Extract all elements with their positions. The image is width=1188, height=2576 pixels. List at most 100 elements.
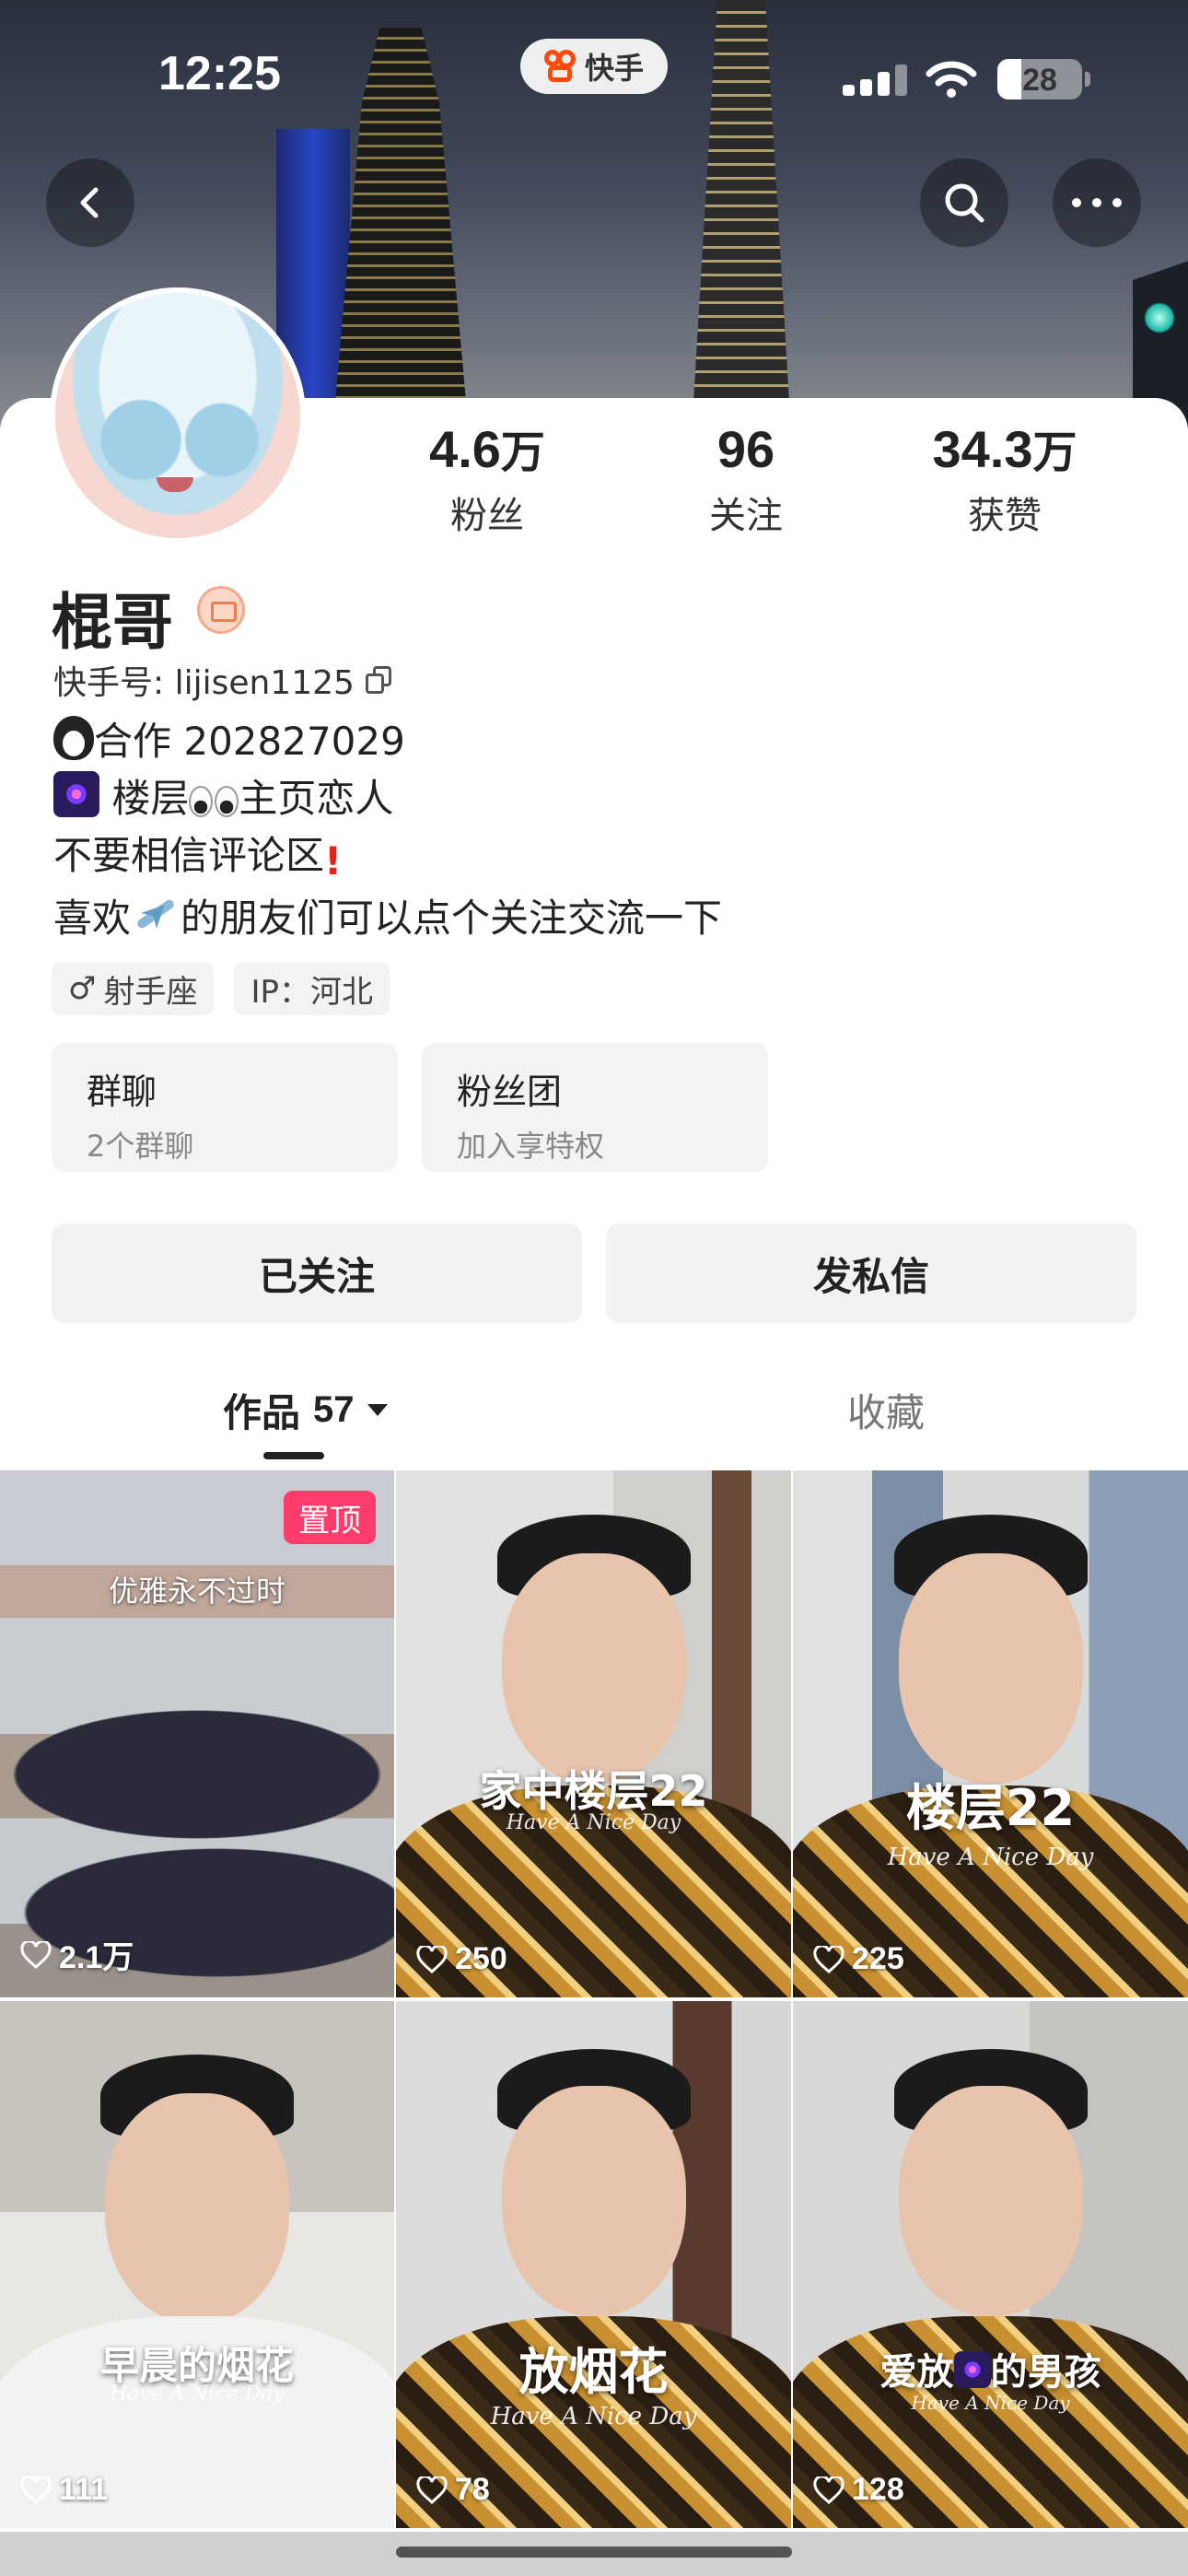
back-button[interactable]: [46, 158, 134, 247]
airplane-icon: [131, 891, 181, 937]
kuaishou-id-row[interactable]: 快手号: lijisen1125: [53, 656, 391, 704]
like-count: 2.1万: [20, 1932, 134, 1977]
bio-line: 不要相信评论区!: [53, 827, 722, 890]
fireworks-icon: [953, 2351, 991, 2388]
bio-line: 合作 202827029: [53, 713, 722, 770]
kuaishou-logo-icon: [543, 50, 577, 83]
tag-ip-location: IP：河北: [234, 962, 390, 1015]
video-subtitle: Have A Nice Day: [911, 2392, 1070, 2414]
card-title: 群聊: [87, 1071, 157, 1112]
fan-club-card[interactable]: 粉丝团 加入享特权: [422, 1043, 768, 1172]
eyes-icon: [189, 786, 239, 817]
send-message-button[interactable]: 发私信: [606, 1224, 1136, 1323]
home-indicator[interactable]: [396, 2547, 792, 2558]
banner-building: [691, 0, 792, 442]
stat-value: 96: [716, 420, 775, 478]
tab-label: 作品: [223, 1390, 301, 1435]
video-thumbnail[interactable]: 置顶 优雅永不过时 2.1万: [0, 1470, 394, 1997]
stat-unit: 万: [500, 427, 545, 478]
works-count: 57: [313, 1389, 355, 1430]
like-count: 111: [20, 2472, 108, 2508]
stat-value: 34.3: [932, 420, 1033, 478]
bio-line: 喜欢 的朋友们可以点个关注交流一下: [53, 890, 722, 947]
video-subtitle: Have A Nice Day: [110, 2383, 285, 2406]
heart-icon: [813, 2476, 844, 2504]
card-title: 粉丝团: [457, 1071, 563, 1112]
heart-icon: [20, 1940, 52, 1969]
search-button[interactable]: [920, 158, 1008, 247]
profile-tags: ♂ 射手座 IP：河北: [52, 962, 390, 1015]
video-thumbnail[interactable]: 放烟花 Have A Nice Day 78: [396, 2001, 791, 2528]
banner-building: [332, 28, 470, 442]
search-icon: [945, 183, 984, 223]
like-value: 2.1万: [59, 1940, 134, 1975]
stat-likes[interactable]: 34.3万 获赞: [903, 420, 1106, 539]
profile-bio: 合作 202827029 楼层 主页恋人 不要相信评论区! 喜欢 的朋友们可以点个关…: [53, 713, 722, 947]
video-thumbnail[interactable]: 爱放 的男孩 Have A Nice Day 128: [793, 2001, 1188, 2528]
video-thumbnail[interactable]: 早晨的烟花 Have A Nice Day 111: [0, 2001, 394, 2528]
video-caption: 家中楼层22: [479, 1766, 708, 1816]
like-value: 225: [852, 1941, 904, 1976]
stat-label: 获赞: [968, 495, 1042, 537]
bio-text: 主页恋人: [239, 776, 394, 821]
person-face: [105, 2093, 289, 2324]
creator-badge-icon[interactable]: [197, 586, 245, 634]
male-icon: ♂: [68, 970, 97, 1007]
like-value: 128: [852, 2472, 904, 2507]
heart-icon: [813, 1945, 844, 1973]
avatar[interactable]: [50, 287, 306, 544]
video-thumbnail[interactable]: 家中楼层22 Have A Nice Day 250: [396, 1470, 791, 1997]
heart-icon: [416, 1945, 448, 1973]
tag-text: 射手座: [103, 973, 198, 1011]
wifi-icon: [926, 61, 977, 98]
person-face: [898, 2086, 1083, 2316]
app-indicator-pill[interactable]: 快手: [520, 39, 668, 94]
more-button[interactable]: [1053, 158, 1141, 247]
like-count: 128: [813, 2472, 904, 2508]
stat-following[interactable]: 96 关注: [645, 420, 847, 539]
bio-text: 楼层: [111, 776, 190, 821]
like-value: 111: [59, 2472, 108, 2507]
stat-unit: 万: [1032, 427, 1077, 478]
video-caption: 放烟花: [518, 2343, 669, 2401]
bio-text: 的朋友们可以点个关注交流一下: [181, 896, 723, 941]
like-value: 250: [455, 1941, 507, 1976]
copy-icon[interactable]: [365, 666, 391, 694]
fireworks-icon: [53, 771, 99, 817]
video-subtitle: Have A Nice Day: [887, 1844, 1094, 1871]
caption-part: 爱放: [879, 2351, 954, 2394]
tag-zodiac[interactable]: ♂ 射手座: [52, 962, 215, 1015]
bio-line: 楼层 主页恋人: [53, 770, 722, 827]
group-chat-card[interactable]: 群聊 2个群聊: [52, 1043, 398, 1172]
kuaishou-id: 快手号: lijisen1125: [53, 664, 355, 702]
status-time: 12:25: [158, 47, 281, 100]
person-face: [501, 1553, 686, 1784]
bio-text: 不要相信评论区: [53, 833, 325, 878]
like-count: 250: [416, 1941, 507, 1977]
caret-down-icon: [367, 1404, 388, 1416]
bio-text: 合作 202827029: [94, 719, 405, 764]
following-button[interactable]: 已关注: [52, 1224, 582, 1323]
chevron-left-icon: [80, 187, 99, 218]
video-caption: 楼层22: [905, 1779, 1076, 1837]
video-thumbnail[interactable]: 楼层22 Have A Nice Day 225: [793, 1470, 1188, 1997]
penguin-icon: [53, 716, 94, 760]
person-face: [898, 1553, 1083, 1784]
bio-text: 喜欢: [53, 896, 132, 941]
more-horizontal-icon: [1072, 198, 1122, 207]
tab-favorites[interactable]: 收藏: [847, 1382, 925, 1438]
heart-icon: [20, 2476, 52, 2504]
stat-label: 关注: [709, 495, 783, 537]
stat-followers[interactable]: 4.6万 粉丝: [386, 420, 588, 539]
person-face: [501, 2086, 686, 2316]
like-count: 225: [813, 1941, 904, 1977]
app-name: 快手: [584, 51, 644, 86]
profile-name: 棍哥: [52, 587, 173, 658]
tab-works[interactable]: 作品 57: [223, 1382, 388, 1438]
like-count: 78: [416, 2472, 490, 2508]
video-subtitle: Have A Nice Day: [506, 1811, 681, 1834]
tag-text: IP：河北: [250, 973, 374, 1011]
content-tabs: 作品 57 收藏: [0, 1382, 1188, 1465]
stat-value: 4.6: [429, 420, 501, 478]
video-caption: 爱放 的男孩: [793, 2342, 1188, 2395]
